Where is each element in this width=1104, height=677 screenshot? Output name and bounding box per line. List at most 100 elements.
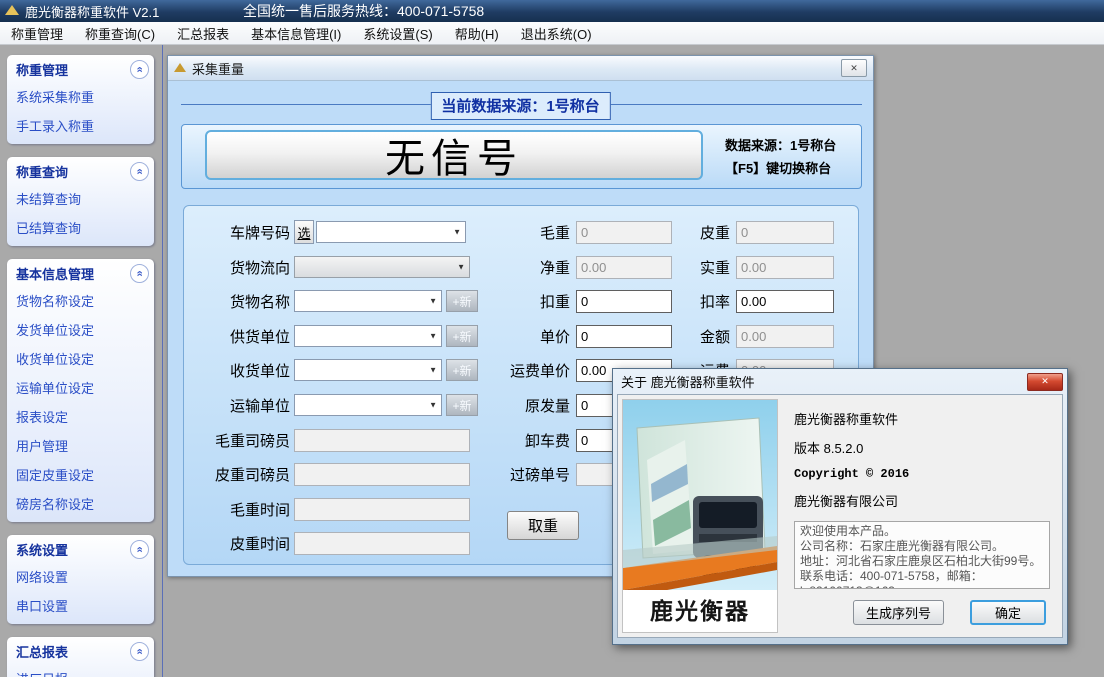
- sidebar-item[interactable]: 网络设置: [7, 563, 154, 592]
- weight-field: [736, 325, 834, 348]
- company-info-box: 欢迎使用本产品。 公司名称：石家庄鹿光衡器有限公司。 地址：河北省石家庄鹿泉区石…: [794, 521, 1050, 589]
- field-label: 金额: [640, 326, 730, 347]
- generate-serial-button[interactable]: 生成序列号: [853, 600, 944, 625]
- form-row: 扣率: [640, 288, 834, 314]
- field-combo[interactable]: [294, 290, 442, 312]
- menu-item-7[interactable]: 退出系统(O): [510, 21, 603, 46]
- app-window: 鹿光衡器称重软件 V2.1 全国统一售后服务热线：400-071-5758 称重…: [0, 0, 1104, 677]
- field-label: 扣率: [640, 291, 730, 312]
- form-row: 车牌号码选: [190, 219, 466, 245]
- form-row: 金额: [640, 323, 834, 349]
- capture-window-title: 采集重量: [192, 59, 244, 78]
- form-row: 皮重: [640, 219, 834, 245]
- weight-field[interactable]: [736, 290, 834, 313]
- readonly-field: [294, 532, 470, 555]
- sidebar-section-title: 汇总报表: [16, 642, 68, 661]
- close-icon[interactable]: [1027, 373, 1063, 391]
- form-row: 货物流向: [190, 254, 470, 280]
- field-label: 皮重时间: [190, 533, 290, 554]
- collapse-button[interactable]: «: [130, 540, 149, 559]
- dialog-button-row: 生成序列号 确定: [794, 600, 1050, 627]
- sidebar-item[interactable]: 运输单位设定: [7, 374, 154, 403]
- menu-item-5[interactable]: 系统设置(S): [352, 21, 443, 46]
- company-name: 鹿光衡器有限公司: [794, 491, 1050, 510]
- sidebar-section-title: 称重查询: [16, 162, 68, 181]
- about-dialog-titlebar[interactable]: 关于 鹿光衡器称重软件: [617, 369, 1063, 394]
- field-label: 运费单价: [430, 360, 570, 381]
- menu-item-2[interactable]: 称重查询(C): [74, 21, 166, 46]
- field-label: 运输单位: [190, 395, 290, 416]
- collapse-button[interactable]: «: [130, 264, 149, 283]
- form-row: 皮重时间: [190, 530, 470, 556]
- field-label: 扣重: [430, 291, 570, 312]
- form-row: 毛重: [430, 219, 672, 245]
- chevron-up-icon: «: [134, 270, 145, 276]
- sidebar-section-title: 基本信息管理: [16, 264, 94, 283]
- weight-field: [736, 221, 834, 244]
- sidebar-section-header: 系统设置 «: [7, 535, 154, 563]
- about-dialog: 关于 鹿光衡器称重软件: [612, 368, 1068, 645]
- field-label: 车牌号码: [190, 222, 290, 243]
- titlebar: 鹿光衡器称重软件 V2.1 全国统一售后服务热线：400-071-5758: [0, 0, 1104, 22]
- field-combo[interactable]: [294, 394, 442, 416]
- field-combo[interactable]: [294, 325, 442, 347]
- menu-item-3[interactable]: 汇总报表: [166, 21, 240, 46]
- field-label: 毛重: [430, 222, 570, 243]
- close-icon[interactable]: [841, 59, 867, 77]
- select-plate-button[interactable]: 选: [294, 220, 314, 244]
- menu-item-6[interactable]: 帮助(H): [444, 21, 510, 46]
- field-label: 毛重司磅员: [190, 430, 290, 451]
- menu-item-4[interactable]: 基本信息管理(I): [240, 21, 352, 46]
- field-label: 卸车费: [430, 430, 570, 451]
- menu-bar: 称重管理称重查询(C)汇总报表基本信息管理(I)系统设置(S)帮助(H)退出系统…: [0, 22, 1104, 45]
- ok-button[interactable]: 确定: [970, 600, 1046, 625]
- sidebar: 称重管理 « 系统采集称重手工录入称重称重查询 « 未结算查询已结算查询基本信息管理 « 货…: [0, 45, 163, 677]
- sidebar-item[interactable]: 发货单位设定: [7, 316, 154, 345]
- data-source-banner: 当前数据来源：1号称台: [430, 92, 610, 120]
- no-signal-display: 无信号: [205, 130, 703, 180]
- sidebar-section-title: 称重管理: [16, 60, 68, 79]
- sidebar-item[interactable]: 未结算查询: [7, 185, 154, 214]
- form-row: 净重: [430, 254, 672, 280]
- sidebar-section-1: 称重管理 « 系统采集称重手工录入称重: [7, 55, 154, 144]
- collapse-button[interactable]: «: [130, 162, 149, 181]
- field-label: 货物流向: [190, 257, 290, 278]
- chevron-up-icon: «: [134, 546, 145, 552]
- menu-item-1[interactable]: 称重管理: [0, 21, 74, 46]
- field-label: 实重: [640, 257, 730, 278]
- field-label: 货物名称: [190, 291, 290, 312]
- form-row: 皮重司磅员: [190, 461, 470, 487]
- sidebar-item[interactable]: 进厂日报: [7, 665, 154, 677]
- sidebar-section-header: 称重查询 «: [7, 157, 154, 185]
- field-combo[interactable]: [294, 359, 442, 381]
- form-row: 单价: [430, 323, 672, 349]
- sidebar-item[interactable]: 用户管理: [7, 432, 154, 461]
- sidebar-item[interactable]: 系统采集称重: [7, 83, 154, 112]
- sidebar-section-4: 系统设置 « 网络设置串口设置: [7, 535, 154, 624]
- sidebar-section-title: 系统设置: [16, 540, 68, 559]
- sidebar-item[interactable]: 串口设置: [7, 592, 154, 621]
- capture-window-titlebar[interactable]: 采集重量: [168, 56, 873, 81]
- chevron-up-icon: «: [134, 168, 145, 174]
- field-label: 供货单位: [190, 326, 290, 347]
- form-row: 实重: [640, 254, 834, 280]
- sidebar-item[interactable]: 手工录入称重: [7, 112, 154, 141]
- collapse-button[interactable]: «: [130, 642, 149, 661]
- sidebar-item[interactable]: 磅房名称设定: [7, 490, 154, 519]
- collapse-button[interactable]: «: [130, 60, 149, 79]
- sidebar-section-header: 称重管理 «: [7, 55, 154, 83]
- form-row: 毛重时间: [190, 496, 470, 522]
- sidebar-section-5: 汇总报表«进厂日报出厂日报: [7, 637, 154, 677]
- form-row: 毛重司磅员: [190, 427, 470, 453]
- sidebar-item[interactable]: 固定皮重设定: [7, 461, 154, 490]
- sidebar-section-3: 基本信息管理 « 货物名称设定发货单位设定收货单位设定运输单位设定报表设定用户管理固…: [7, 259, 154, 522]
- switch-scale-hint: 【F5】键切换称台: [725, 157, 836, 180]
- copyright-text: Copyright © 2016: [794, 467, 1050, 481]
- sidebar-item[interactable]: 货物名称设定: [7, 287, 154, 316]
- field-label: 过磅单号: [430, 464, 570, 485]
- sidebar-item[interactable]: 报表设定: [7, 403, 154, 432]
- sidebar-item[interactable]: 收货单位设定: [7, 345, 154, 374]
- take-weight-button[interactable]: 取重: [507, 511, 579, 540]
- sidebar-item[interactable]: 已结算查询: [7, 214, 154, 243]
- chevron-up-icon: «: [134, 648, 145, 654]
